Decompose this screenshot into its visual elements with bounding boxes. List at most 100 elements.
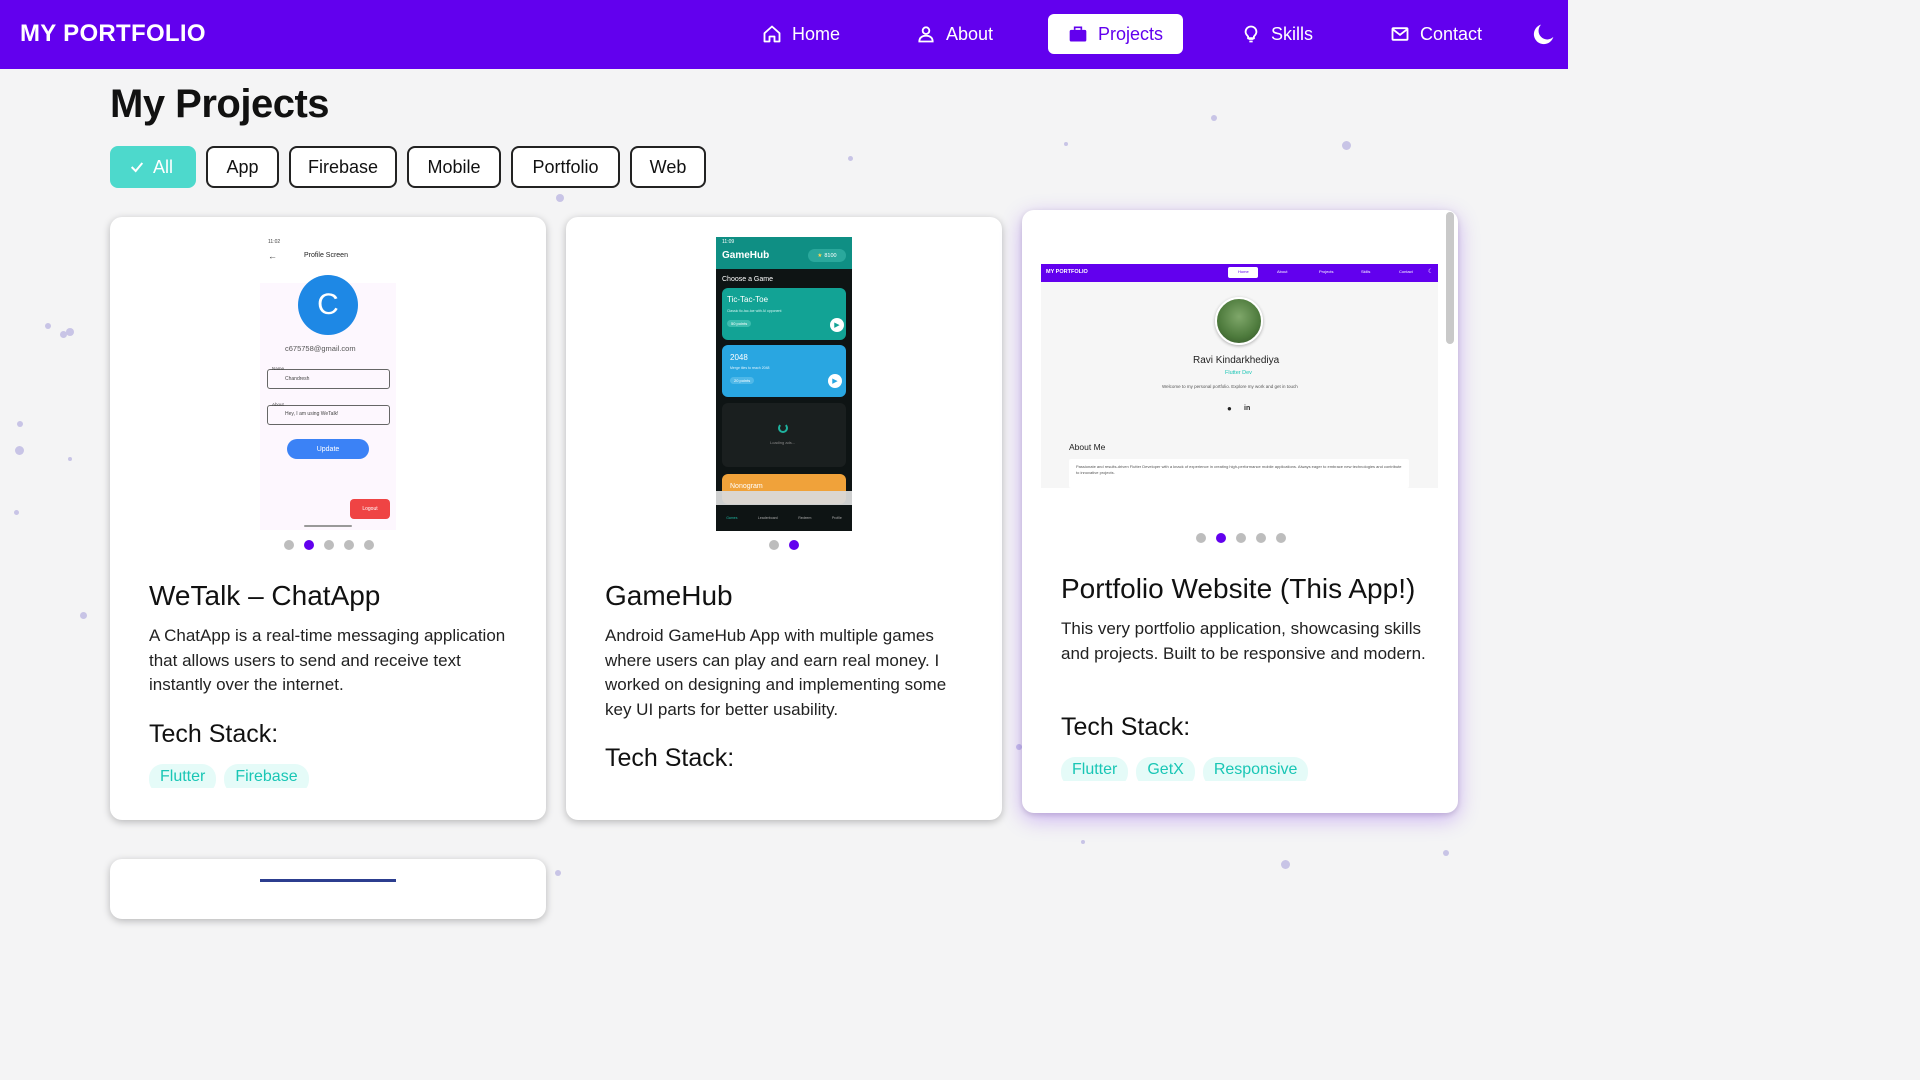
- background-dot: [556, 194, 564, 202]
- tab-label: Redeem: [798, 516, 812, 520]
- carousel-dot[interactable]: [1236, 533, 1246, 543]
- carousel-indicator: [769, 540, 799, 550]
- project-screenshot[interactable]: 11:02 ← Profile Screen C c675758@gmail.c…: [260, 236, 396, 530]
- app-title: GameHub: [722, 250, 770, 261]
- loading-text: Loading ads...: [770, 440, 796, 445]
- card-scrollbar[interactable]: [1446, 212, 1454, 344]
- moon-icon[interactable]: [1530, 20, 1558, 48]
- project-card-gamehub[interactable]: 11:09 GameHub ★ 8100 Choose a Game Tic-Ta…: [566, 217, 1002, 820]
- project-title: WeTalk – ChatApp: [149, 580, 381, 611]
- background-dot: [555, 870, 561, 876]
- filter-chip-web[interactable]: Web: [630, 146, 706, 188]
- tech-stack-heading: Tech Stack:: [1061, 713, 1191, 741]
- carousel-dot-active[interactable]: [1216, 533, 1226, 543]
- nav-item-label: Home: [792, 23, 841, 44]
- bottom-tab-bar: Games Leaderboard Redeem Profile: [716, 505, 852, 531]
- preview-moon-icon: ☾: [1428, 269, 1434, 275]
- tech-stack-heading: Tech Stack:: [605, 744, 735, 772]
- project-description: A ChatApp is a real-time messaging appli…: [149, 626, 506, 694]
- game-card-2048: 2048 Merge tiles to reach 2048 20 points…: [722, 345, 846, 397]
- carousel-dot-active[interactable]: [789, 540, 799, 550]
- carousel-dot[interactable]: [364, 540, 374, 550]
- carousel-dot[interactable]: [1276, 533, 1286, 543]
- game-name: 2048: [730, 353, 748, 362]
- lightbulb-icon: [1244, 25, 1258, 43]
- home-icon: [763, 25, 781, 43]
- profile-email: c675758@gmail.com: [285, 344, 356, 353]
- game-points: 50 points: [727, 320, 752, 327]
- carousel-indicator: [1196, 533, 1286, 543]
- project-card-partial[interactable]: [110, 859, 546, 919]
- tech-tag: Firebase: [224, 764, 309, 788]
- tech-tag-list: Flutter Firebase: [149, 764, 309, 788]
- game-description: Merge tiles to reach 2048: [730, 366, 770, 370]
- game-name: Tic-Tac-Toe: [727, 295, 769, 304]
- background-dot: [1211, 115, 1217, 121]
- play-icon: ▶: [828, 374, 842, 388]
- tech-tag: Flutter: [149, 764, 217, 788]
- filter-chip-label: App: [226, 156, 259, 177]
- background-dot: [66, 328, 74, 336]
- filter-chip-all[interactable]: All: [110, 146, 196, 188]
- nav-item-label: Contact: [1420, 23, 1483, 44]
- background-dot: [14, 510, 19, 515]
- filter-chip-firebase[interactable]: Firebase: [289, 146, 397, 188]
- nav-item-label: Projects: [1097, 23, 1164, 44]
- about-field-label: About: [272, 402, 284, 407]
- tech-tag-list: Flutter GetX Responsive: [1061, 757, 1309, 781]
- filter-chip-mobile[interactable]: Mobile: [407, 146, 501, 188]
- project-description: This very portfolio application, showcas…: [1061, 619, 1426, 663]
- nav-item-skills[interactable]: Skills: [1229, 14, 1325, 54]
- filter-chip-app[interactable]: App: [206, 146, 279, 188]
- page-title: My Projects: [110, 82, 330, 126]
- loading-spinner: [778, 423, 788, 433]
- carousel-dot[interactable]: [324, 540, 334, 550]
- preview-name: Ravi Kindarkhediya: [1193, 355, 1280, 366]
- top-navbar: MY PORTFOLIO Home About Projects Skills …: [0, 0, 1568, 69]
- background-dot: [1064, 142, 1068, 146]
- carousel-dot[interactable]: [1256, 533, 1266, 543]
- preview-nav-item: Home: [1238, 269, 1249, 274]
- game-description: Classic tic-tac-toe with AI opponent: [727, 309, 782, 313]
- project-title: GameHub: [605, 580, 733, 611]
- project-screenshot[interactable]: 11:09 GameHub ★ 8100 Choose a Game Tic-Ta…: [716, 237, 852, 531]
- background-dot: [68, 457, 72, 461]
- preview-nav-item: About: [1277, 269, 1288, 274]
- preview-nav-item: Skills: [1361, 269, 1371, 274]
- nav-item-projects[interactable]: Projects: [1048, 14, 1183, 54]
- carousel-indicator: [284, 540, 374, 550]
- tab-label: Games: [726, 516, 738, 520]
- carousel-dot[interactable]: [769, 540, 779, 550]
- person-icon: [918, 26, 934, 43]
- nav-item-home[interactable]: Home: [750, 14, 852, 54]
- preview-nav-item: Projects: [1319, 269, 1334, 274]
- ad-placeholder: Loading ads...: [722, 403, 846, 467]
- tech-stack-heading: Tech Stack:: [149, 720, 279, 748]
- filter-chip-label: All: [152, 156, 173, 177]
- status-bar-time: 11:02: [268, 239, 281, 245]
- background-dot: [1443, 850, 1449, 856]
- nav-item-contact[interactable]: Contact: [1378, 14, 1494, 54]
- logout-button: Logout: [350, 499, 390, 519]
- project-card-portfolio[interactable]: MY PORTFOLIO Home About Projects Skills …: [1022, 210, 1458, 813]
- coin-badge: ★ 8100: [808, 249, 846, 262]
- carousel-dot[interactable]: [1196, 533, 1206, 543]
- project-card-wetalk[interactable]: 11:02 ← Profile Screen C c675758@gmail.c…: [110, 217, 546, 820]
- preview-about-heading: About Me: [1069, 442, 1106, 452]
- carousel-dot[interactable]: [284, 540, 294, 550]
- nav-item-label: Skills: [1271, 23, 1314, 44]
- background-dot: [848, 156, 853, 161]
- carousel-dot[interactable]: [344, 540, 354, 550]
- game-card-tictactoe: Tic-Tac-Toe Classic tic-tac-toe with AI …: [722, 288, 846, 340]
- star-icon: ★: [817, 252, 823, 259]
- background-dot: [15, 446, 24, 455]
- project-screenshot[interactable]: MY PORTFOLIO Home About Projects Skills …: [1041, 264, 1438, 488]
- nav-item-label: About: [946, 23, 994, 44]
- nav-item-about[interactable]: About: [904, 14, 1005, 54]
- brand-logo[interactable]: MY PORTFOLIO: [20, 20, 206, 48]
- tech-tag: Responsive: [1202, 757, 1309, 781]
- filter-chip-portfolio[interactable]: Portfolio: [511, 146, 620, 188]
- carousel-dot-active[interactable]: [304, 540, 314, 550]
- game-name: Nonogram: [730, 483, 763, 490]
- coin-count: 8100: [824, 252, 837, 259]
